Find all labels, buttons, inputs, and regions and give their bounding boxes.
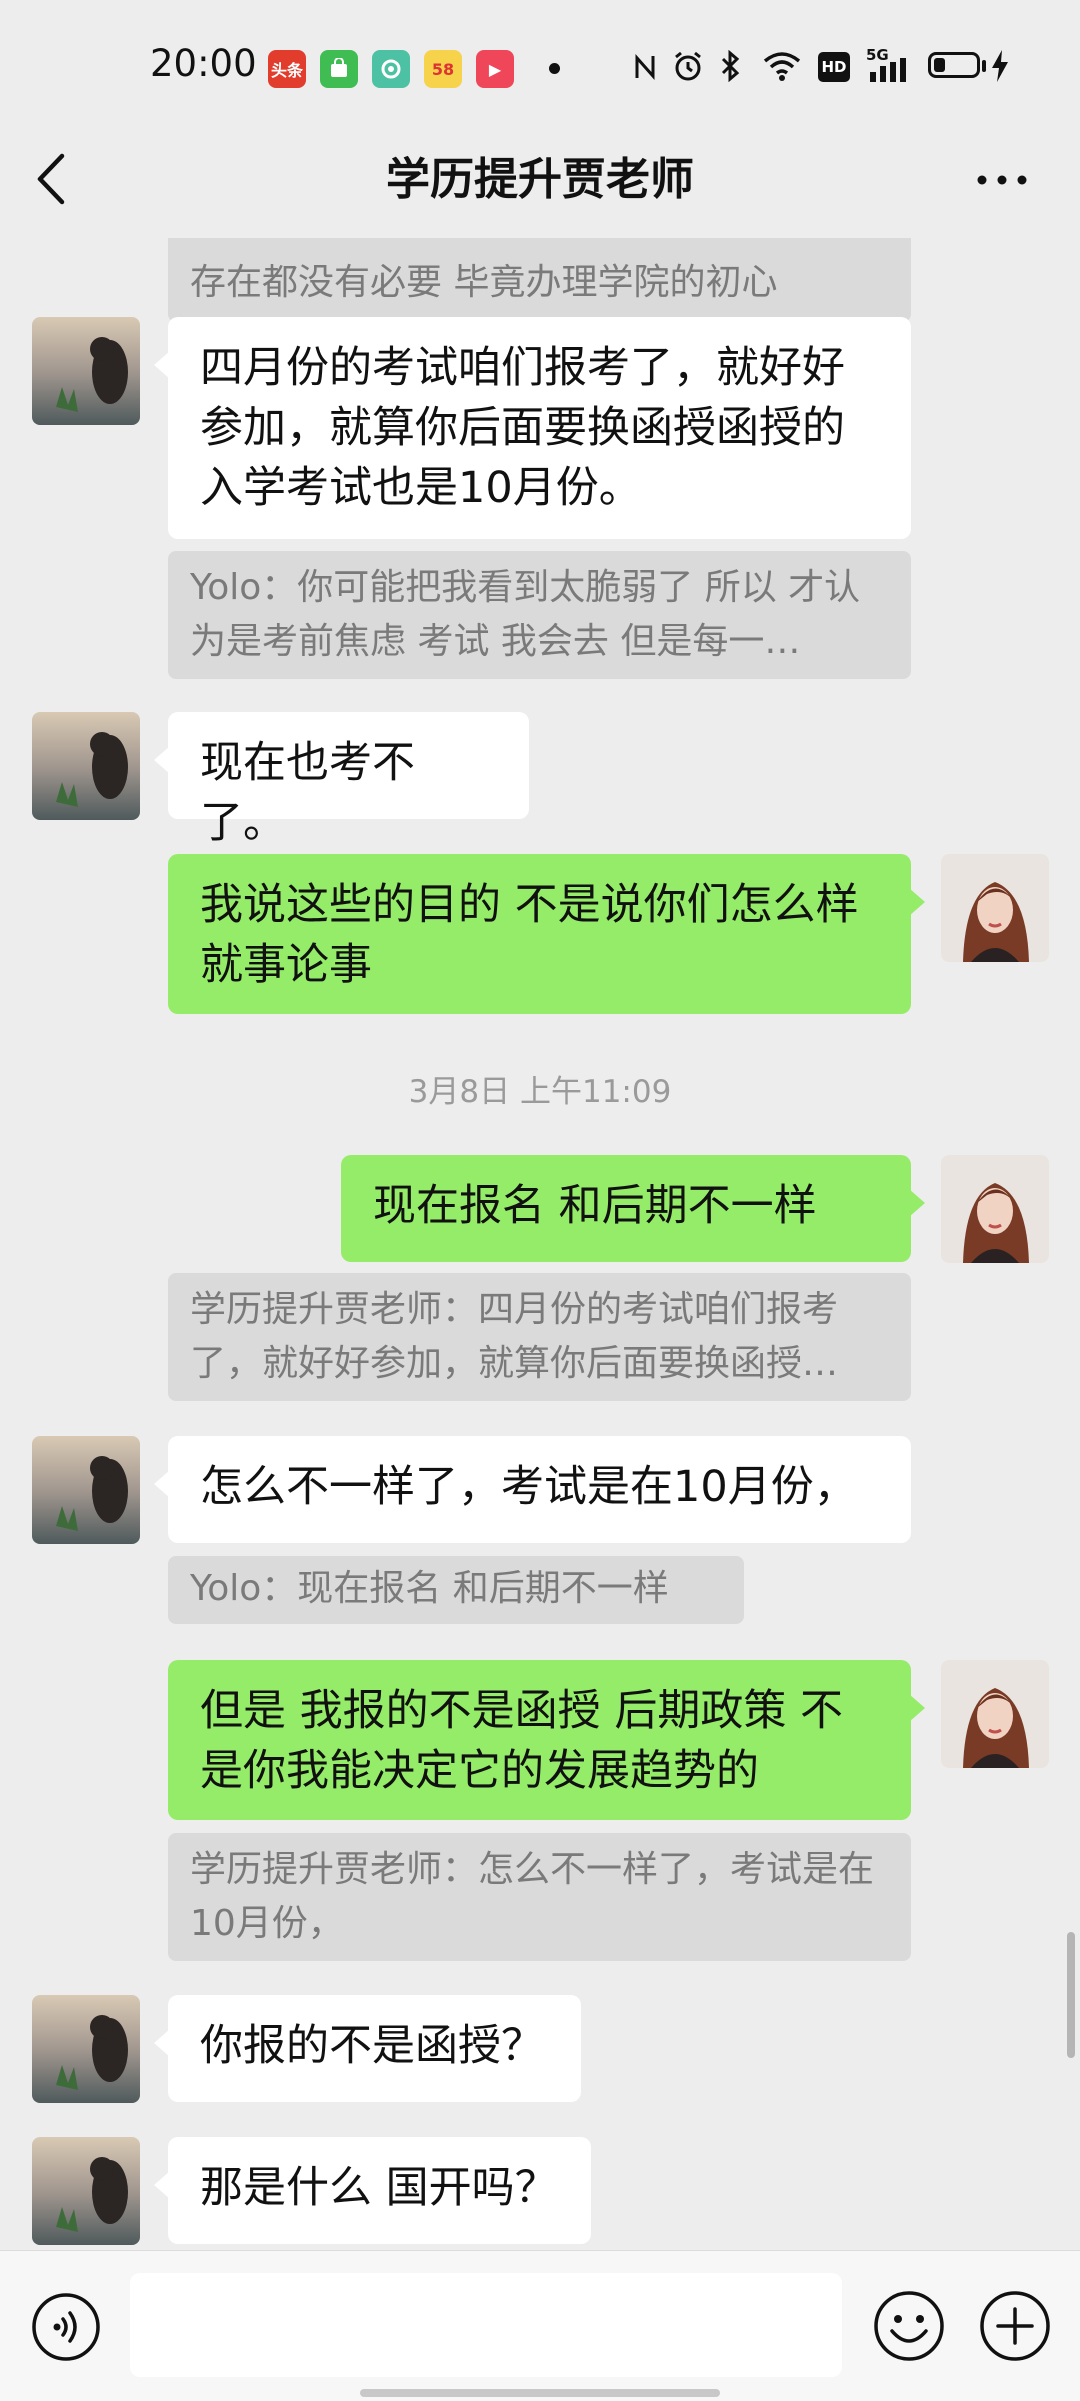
my-avatar[interactable]	[941, 1660, 1049, 1768]
signal-icon	[870, 58, 906, 82]
outgoing-message-bubble[interactable]: 但是 我报的不是函授 后期政策 不是你我能决定它的发展趋势的	[168, 1660, 925, 1820]
plus-icon[interactable]	[978, 2289, 1052, 2363]
contact-avatar[interactable]	[32, 317, 140, 425]
chat-title: 学历提升贾老师	[386, 154, 694, 205]
home-indicator	[360, 2389, 720, 2397]
quoted-message[interactable]: 存在都没有必要 毕竟办理学院的初心	[168, 238, 911, 322]
incoming-message-bubble[interactable]: 你报的不是函授？	[154, 1995, 581, 2102]
incoming-message-bubble[interactable]: 那是什么 国开吗？	[154, 2137, 591, 2244]
toutiao-app-icon: 头条	[268, 50, 306, 88]
outgoing-message-bubble[interactable]: 我说这些的目的 不是说你们怎么样 就事论事	[168, 854, 925, 1014]
alarm-icon	[675, 51, 701, 81]
quoted-message[interactable]: Yolo：你可能把我看到太脆弱了 所以 才认为是考前焦虑 考试 我会去 但是每一…	[168, 551, 911, 679]
battery-icon	[928, 52, 980, 78]
message-input[interactable]	[130, 2273, 842, 2377]
video-app-icon: ▶	[476, 50, 514, 88]
incoming-message-bubble[interactable]: 四月份的考试咱们报考了，就好好参加，就算你后面要换函授函授的入学考试也是10月份…	[154, 317, 911, 539]
more-options-icon[interactable]	[972, 170, 1032, 190]
contact-avatar[interactable]	[32, 712, 140, 820]
message-list[interactable]: 存在都没有必要 毕竟办理学院的初心 四月份的考试咱们报考了，就好好参加，就算你后…	[0, 238, 1080, 2250]
store-app-icon	[320, 50, 358, 88]
chat-input-bar	[0, 2250, 1080, 2401]
nfc-icon	[635, 54, 655, 80]
notification-dot	[549, 63, 560, 74]
status-time: 20:00	[150, 42, 257, 85]
incoming-message-bubble[interactable]: 怎么不一样了，考试是在10月份，	[154, 1436, 911, 1543]
quoted-message[interactable]: Yolo：现在报名 和后期不一样	[168, 1556, 744, 1624]
contact-avatar[interactable]	[32, 1436, 140, 1544]
58-app-icon: 58	[424, 50, 462, 88]
status-bar: 20:00 头条 58 ▶ HD 5G	[0, 0, 1080, 130]
camera-app-icon	[372, 50, 410, 88]
quoted-message[interactable]: 学历提升贾老师：怎么不一样了，考试是在10月份，	[168, 1833, 911, 1961]
message-timestamp: 3月8日 上午11:09	[408, 1074, 672, 1110]
wifi-icon	[763, 52, 801, 81]
hd-icon: HD	[818, 52, 850, 82]
quoted-message[interactable]: 学历提升贾老师：四月份的考试咱们报考了，就好好参加，就算你后面要换函授…	[168, 1273, 911, 1401]
my-avatar[interactable]	[941, 1155, 1049, 1263]
chat-header: 学历提升贾老师	[0, 130, 1080, 240]
bluetooth-icon	[721, 50, 740, 82]
voice-input-icon[interactable]	[30, 2291, 102, 2363]
charging-icon	[992, 50, 1008, 82]
scrollbar-thumb[interactable]	[1067, 1932, 1075, 2058]
incoming-message-bubble[interactable]: 现在也考不了。	[154, 712, 529, 848]
contact-avatar[interactable]	[32, 1995, 140, 2103]
my-avatar[interactable]	[941, 854, 1049, 962]
emoji-icon[interactable]	[872, 2289, 946, 2363]
contact-avatar[interactable]	[32, 2137, 140, 2245]
outgoing-message-bubble[interactable]: 现在报名 和后期不一样	[341, 1155, 925, 1262]
